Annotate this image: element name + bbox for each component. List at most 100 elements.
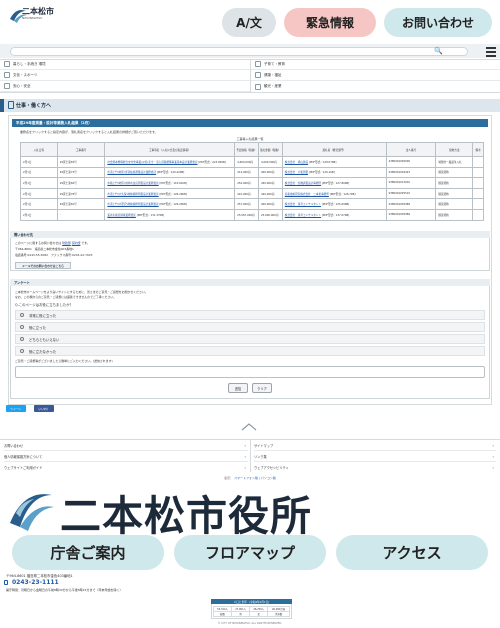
winner-link[interactable]: 株式会社 信橋調量設計事務所	[285, 182, 321, 185]
nav-item-kids[interactable]: 子育て・教育	[251, 59, 500, 70]
contact-phone: 電話番号:0243-55-5062 ファックス番号:0243-22-7023	[15, 253, 93, 257]
table-cell: 29区土第73号	[56, 166, 106, 179]
survey-option-label: 非常に役に立った	[29, 313, 57, 318]
planned-price: 441,000円	[237, 192, 251, 196]
footer-link-label: お問い合わせ	[4, 443, 24, 448]
table-row: 2月1日 29区土第82号 水路上竹(地区)用排水改良測量設計業務委託 [PDF形式…	[20, 177, 484, 189]
emergency-info-button[interactable]: 緊急情報	[284, 8, 376, 37]
footer-link-label: ウェブアクセシビリティ	[254, 466, 289, 470]
survey-option[interactable]: どちらともいえない	[15, 334, 485, 344]
nav-item-health[interactable]: 健康・福祉	[251, 70, 500, 81]
table-caption: 工事等入札結果一覧	[236, 137, 264, 141]
nav-item-label: 安心・安全	[13, 83, 31, 88]
table-cell: 株式会社 東草コンサルタント [PDF形式／137.07KB]	[281, 208, 387, 221]
contact-button[interactable]: お問い合わせ	[384, 8, 492, 37]
floor-map-button[interactable]: フロアマップ	[174, 535, 326, 570]
contract-section-link[interactable]: 契約課	[72, 241, 81, 245]
table-cell: 457,000円	[234, 198, 259, 210]
nav-item-culture[interactable]: 文化・スポーツ	[0, 70, 250, 81]
radio-button[interactable]	[20, 349, 24, 353]
nav-item-safety[interactable]: 安心・安全	[0, 81, 250, 92]
work-name-link[interactable]: 業者主確認調査業務委託	[107, 214, 136, 217]
access-button[interactable]: アクセス	[336, 535, 488, 570]
work-number: 29区土第82号	[59, 181, 77, 185]
footer-phone[interactable]: 0243-23-1111	[12, 579, 59, 586]
winner-link[interactable]: 株式会社 東草コンサルタント	[285, 214, 321, 217]
pc-view-link[interactable]: パソコン版	[261, 476, 276, 480]
table-cell: 社会資本整備総合交付金事業(災害)安全・安心道路整備事業基本設計業務委託 [PD…	[104, 156, 236, 168]
survey-option[interactable]: 役に立たなかった	[15, 346, 485, 356]
radio-button[interactable]	[20, 325, 24, 329]
smartphone-view-link[interactable]: スマートフォン版	[234, 476, 258, 480]
winner-link[interactable]: 協和技術研究株式会社 二本松事務所	[285, 193, 329, 196]
footer-link-contact[interactable]: お問い合わせ ›	[4, 440, 248, 451]
tweet-button[interactable]: ツイート	[6, 405, 26, 412]
footer-link-privacy[interactable]: 個人情報保護方針について ›	[4, 451, 248, 462]
table-cell: 株式会社 信橋調量設計事務所 [PDF形式／127.80KB]	[281, 177, 387, 189]
work-name-link[interactable]: 社会資本整備総合交付金事業(災害)安全・安心道路整備事業基本設計業務委託	[107, 161, 197, 164]
table-cell: 2月1日	[20, 166, 58, 179]
winner-link[interactable]: 株式会社 東草コンサルタント	[285, 203, 321, 206]
sports-icon	[4, 72, 10, 78]
contract-method: 随意契約	[438, 192, 449, 196]
footer-link-links[interactable]: リンク集 ›	[254, 451, 496, 462]
send-button[interactable]: 送信	[228, 383, 248, 393]
file-size: [PDF形式／126.29KB]	[159, 192, 187, 196]
work-name-link[interactable]: 市道上竹(大原沢)地線補修測量設計業務委託	[107, 203, 158, 206]
page-top-icon[interactable]	[240, 422, 258, 432]
footer-address: 〒964-8601 福島県二本松市金色403番地1	[6, 574, 73, 578]
winner-link[interactable]: 株式会社 横山建設	[285, 161, 308, 164]
chevron-right-icon: ›	[244, 442, 246, 448]
file-size: [PDF形式／126.1KB]	[308, 171, 335, 175]
work-name-link[interactable]: 水路上竹(地区)用排水改良測量設計業務委託	[107, 182, 158, 185]
search-input[interactable]	[10, 47, 468, 56]
nav-item-living[interactable]: 暮らし・手続き 環境	[0, 59, 250, 70]
menu-icon[interactable]	[486, 45, 496, 57]
table-cell: 29区土第81号	[56, 198, 106, 210]
survey-option[interactable]: 役に立った	[15, 322, 485, 332]
footer-link-accessibility[interactable]: ウェブアクセシビリティ ›	[254, 462, 496, 473]
comment-textarea[interactable]	[15, 366, 485, 378]
work-number: -	[59, 213, 61, 217]
nav-item-label: 観光・産業	[264, 84, 282, 88]
clear-button[interactable]: クリア	[252, 383, 272, 393]
site-header: 二本松市 NIHONMATSU A/文 緊急情報 お問い合わせ	[0, 0, 500, 42]
footer-link-sitemap[interactable]: サイトマップ ›	[254, 440, 496, 451]
corporate-number: 0380001004423	[388, 170, 411, 174]
table-cell: 400,000円	[257, 198, 283, 210]
table-cell	[472, 208, 484, 221]
survey-option[interactable]: 非常に役に立った	[15, 310, 485, 320]
col-header: 落札者（経営部門）	[281, 142, 387, 157]
table-cell: 随意契約	[435, 187, 474, 200]
facebook-like-button[interactable]: いいね！	[34, 405, 54, 412]
table-cell: 2月1日	[20, 187, 58, 200]
work-number: 29区土第83号	[59, 160, 77, 164]
table-cell: 株式会社 大和測量 [PDF形式／126.1KB]	[281, 166, 387, 179]
mail-inquiry-button[interactable]: メールでのお問い合わせはこちら	[15, 262, 71, 269]
nav-item-tourism[interactable]: 観光・産業	[251, 81, 500, 92]
factory-icon	[255, 83, 261, 90]
nav-item-label: 子育て・教育	[264, 61, 285, 66]
finance-dept-link[interactable]: 財政部	[62, 241, 71, 245]
search-icon[interactable]: 🔍	[434, 47, 443, 55]
phone-icon	[4, 580, 8, 585]
section-heading: 平成29年度測量・設計等業務入札結果（2月）	[16, 120, 92, 125]
table-row: 2月1日 29区土第78号 市道上竹(大久保)地線補修測量設計業務委託 [PDF形式…	[20, 187, 484, 200]
footer-link-guide[interactable]: ウェブサイトご利用ガイド ›	[4, 462, 248, 473]
office-guide-button[interactable]: 庁舎ご案内	[12, 535, 164, 570]
file-size: [PDF形式／127.80KB]	[321, 181, 350, 185]
chevron-right-icon: ›	[244, 453, 246, 459]
briefcase-icon	[8, 101, 14, 109]
footer-link-label: 個人情報保護方針について	[4, 454, 43, 459]
contract-method: 随意契約	[438, 181, 449, 185]
bid-date: 2月1日	[23, 160, 32, 164]
winner-link[interactable]: 株式会社 大和測量	[285, 171, 308, 174]
page-title: 仕事・働く方へ	[16, 103, 52, 109]
table-cell: 2月1日	[20, 198, 58, 210]
col-header: 備考	[472, 142, 484, 157]
radio-button[interactable]	[20, 313, 24, 317]
radio-button[interactable]	[20, 337, 24, 341]
work-name-link[interactable]: 市道上竹(大久保)地線補修測量設計業務委託	[107, 193, 158, 196]
language-button[interactable]: A/文	[222, 8, 276, 37]
work-name-link[interactable]: 市道上竹(地区)歩道拡幅測量設計業務委託	[107, 171, 156, 174]
